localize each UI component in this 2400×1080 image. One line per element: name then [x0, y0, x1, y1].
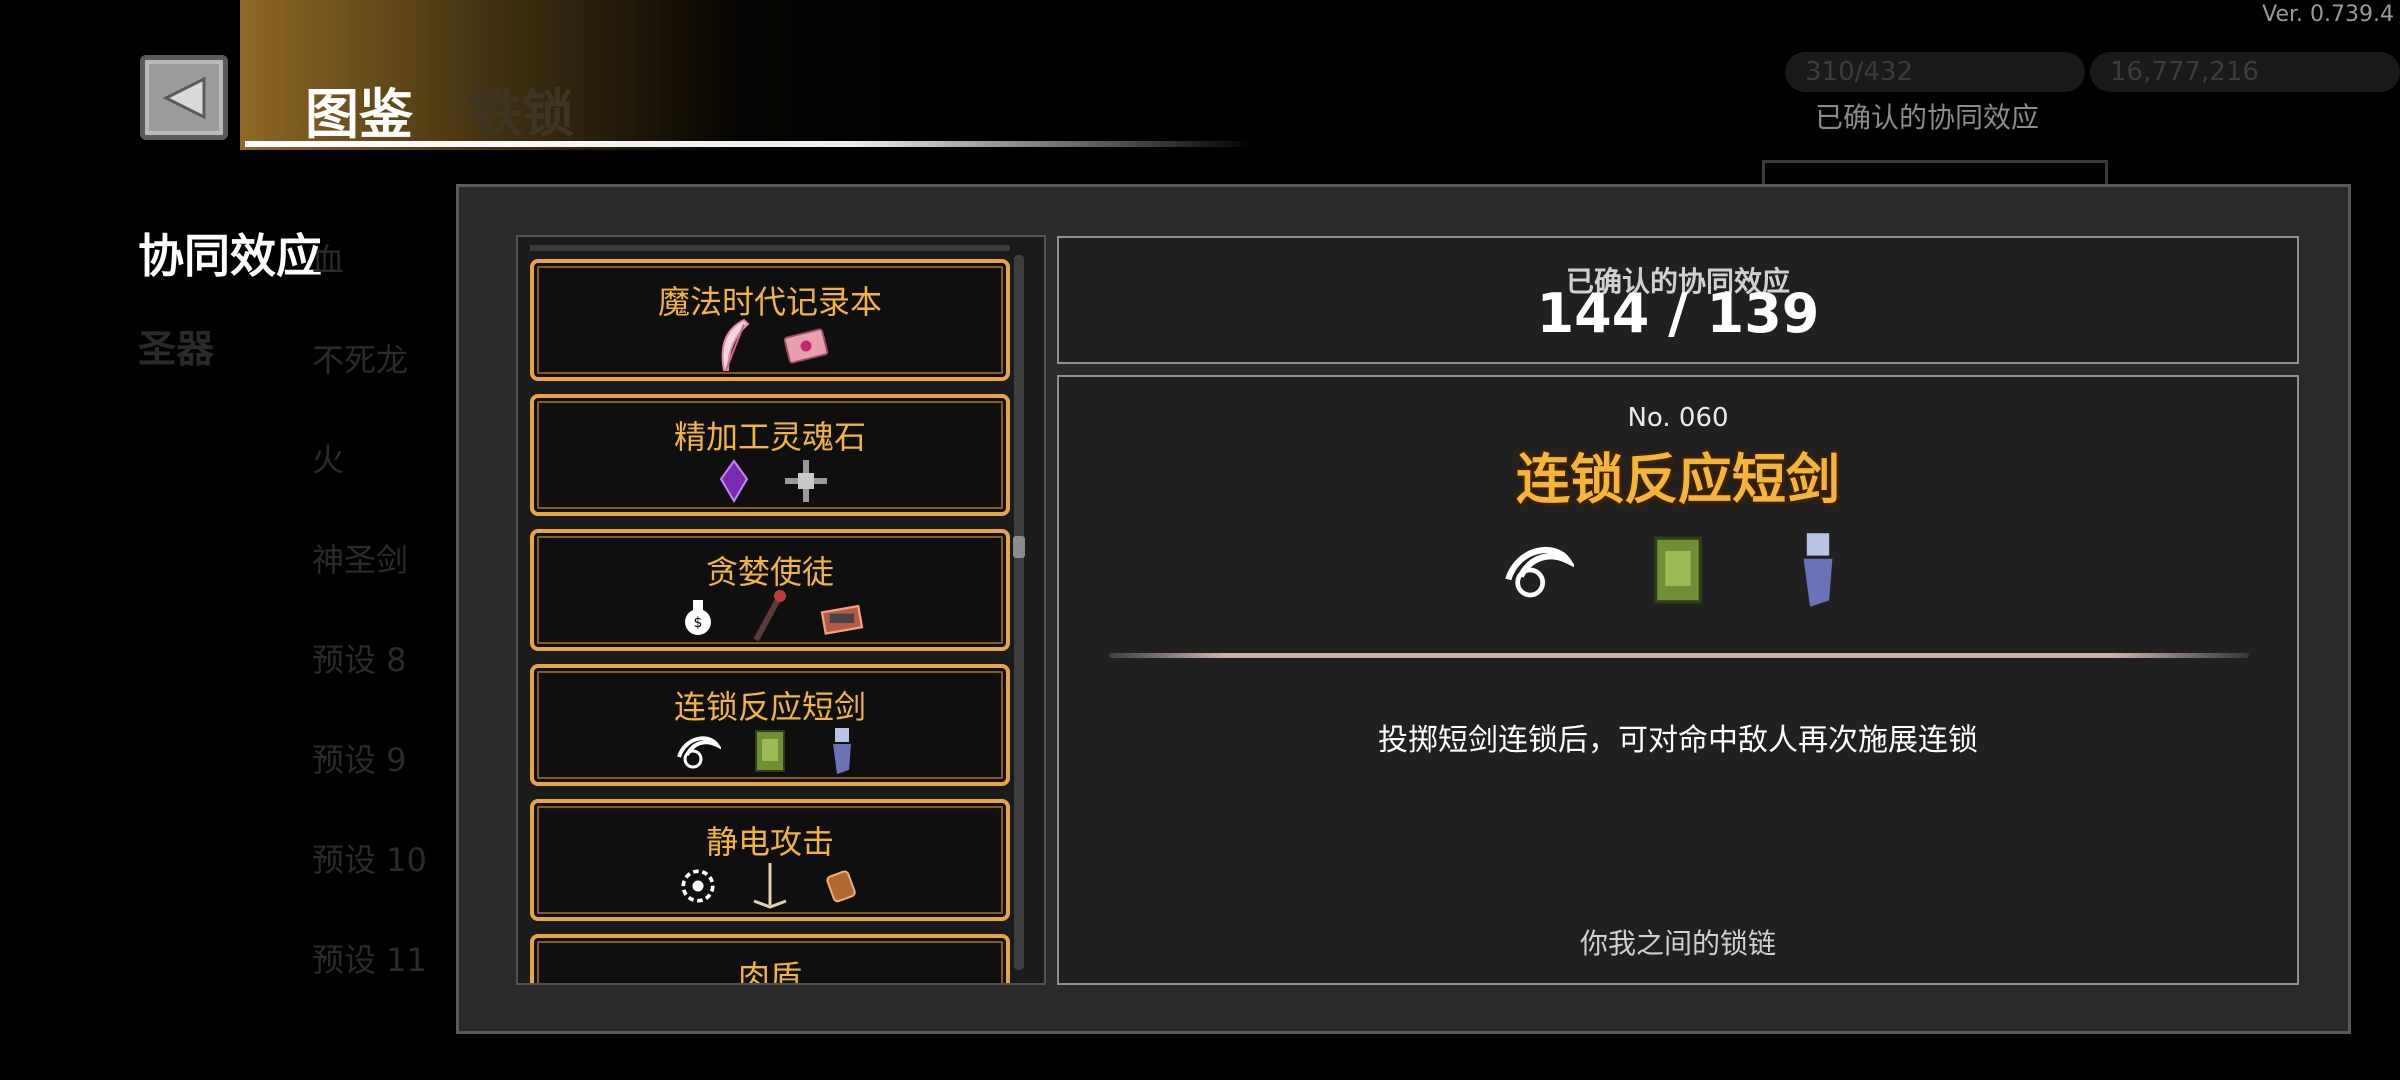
behind-list-item: 神圣剑: [312, 541, 409, 579]
detail-icons: [1059, 525, 2297, 615]
ghost-tab-label: 铁锁: [470, 85, 575, 145]
list-item[interactable]: 肉盾: [530, 934, 1010, 985]
header-underline: [245, 141, 1255, 147]
summary-count: 144 / 139: [1536, 282, 1820, 345]
detail-divider: [1109, 653, 2249, 658]
nav-synergy[interactable]: 协同效应: [138, 220, 322, 286]
back-button[interactable]: [140, 55, 228, 140]
bg-stat-left: 310/432: [1785, 52, 2085, 92]
version-label: Ver. 0.739.4: [2262, 2, 2394, 27]
bg-confirmed-label: 已确认的协同效应: [1815, 101, 2040, 134]
list-item-name: 静电攻击: [705, 823, 834, 861]
behind-list-item: 预设 8: [312, 641, 407, 679]
green-scroll-icon: [747, 728, 793, 774]
detail-description: 投掷短剑连锁后，可对命中敌人再次施展连锁: [1378, 723, 1978, 758]
list-scrollbar[interactable]: [1014, 255, 1024, 970]
behind-list-item: 预设 11: [312, 941, 427, 979]
behind-list-item: 预设 9: [312, 741, 407, 779]
behind-list-item: 火: [312, 441, 345, 479]
bg-stat-right: 16,777,216: [2090, 52, 2400, 92]
chain-scythe-icon: [1498, 530, 1578, 610]
money-bag-icon: $: [675, 593, 721, 639]
list-item[interactable]: 连锁反应短剑: [530, 664, 1010, 786]
svg-text:$: $: [694, 615, 703, 631]
purple-gem-icon: [711, 458, 757, 504]
spellbook-icon: [783, 323, 829, 369]
behind-list-item: 血: [312, 241, 345, 279]
chained-urn-icon: [1778, 530, 1858, 610]
list-item-name: 贪婪使徒: [705, 553, 834, 591]
list-item-name: 肉盾: [737, 958, 802, 985]
treasure-chest-icon: [819, 593, 865, 639]
list-scroll-thumb[interactable]: [1013, 536, 1025, 558]
synergy-list-panel[interactable]: 魔法时代记录本 精加工灵魂石 贪婪使徒 $ 连锁反应短剑 静电攻击 肉盾: [516, 235, 1046, 985]
list-item[interactable]: 精加工灵魂石: [530, 394, 1010, 516]
list-item-name: 精加工灵魂石: [673, 418, 866, 456]
chain-scythe-icon: [675, 728, 721, 774]
scepter-icon: [747, 863, 793, 909]
list-item[interactable]: 静电攻击: [530, 799, 1010, 921]
static-orb-icon: [675, 863, 721, 909]
page-title: 图鉴: [305, 83, 413, 146]
list-item-name: 魔法时代记录本: [657, 283, 882, 321]
list-top-bar: [530, 245, 1010, 251]
chained-urn-icon: [819, 728, 865, 774]
feather-icon: [711, 318, 757, 371]
detail-name: 连锁反应短剑: [1516, 448, 1840, 511]
back-arrow-icon: [162, 76, 206, 119]
list-item[interactable]: 贪婪使徒 $: [530, 529, 1010, 651]
dark-wand-icon: [747, 590, 793, 642]
detail-panel: No. 060 连锁反应短剑 投掷短剑连锁后，可对命中敌人再次施展连锁 你我之间…: [1057, 375, 2299, 985]
nav-relics[interactable]: 圣器: [138, 318, 214, 373]
summary-panel: 已确认的协同效应 144 / 139: [1057, 236, 2299, 364]
behind-list-item: 不死龙: [312, 341, 409, 379]
detail-number: No. 060: [1627, 403, 1729, 433]
list-item-name: 连锁反应短剑: [673, 688, 866, 726]
cross-relic-icon: [783, 458, 829, 504]
behind-list-item: 预设 10: [312, 841, 427, 879]
gauntlet-icon: [819, 863, 865, 909]
list-item[interactable]: 魔法时代记录本: [530, 259, 1010, 381]
green-scroll-icon: [1638, 530, 1718, 610]
detail-flavor-text: 你我之间的锁链: [1579, 927, 1776, 960]
